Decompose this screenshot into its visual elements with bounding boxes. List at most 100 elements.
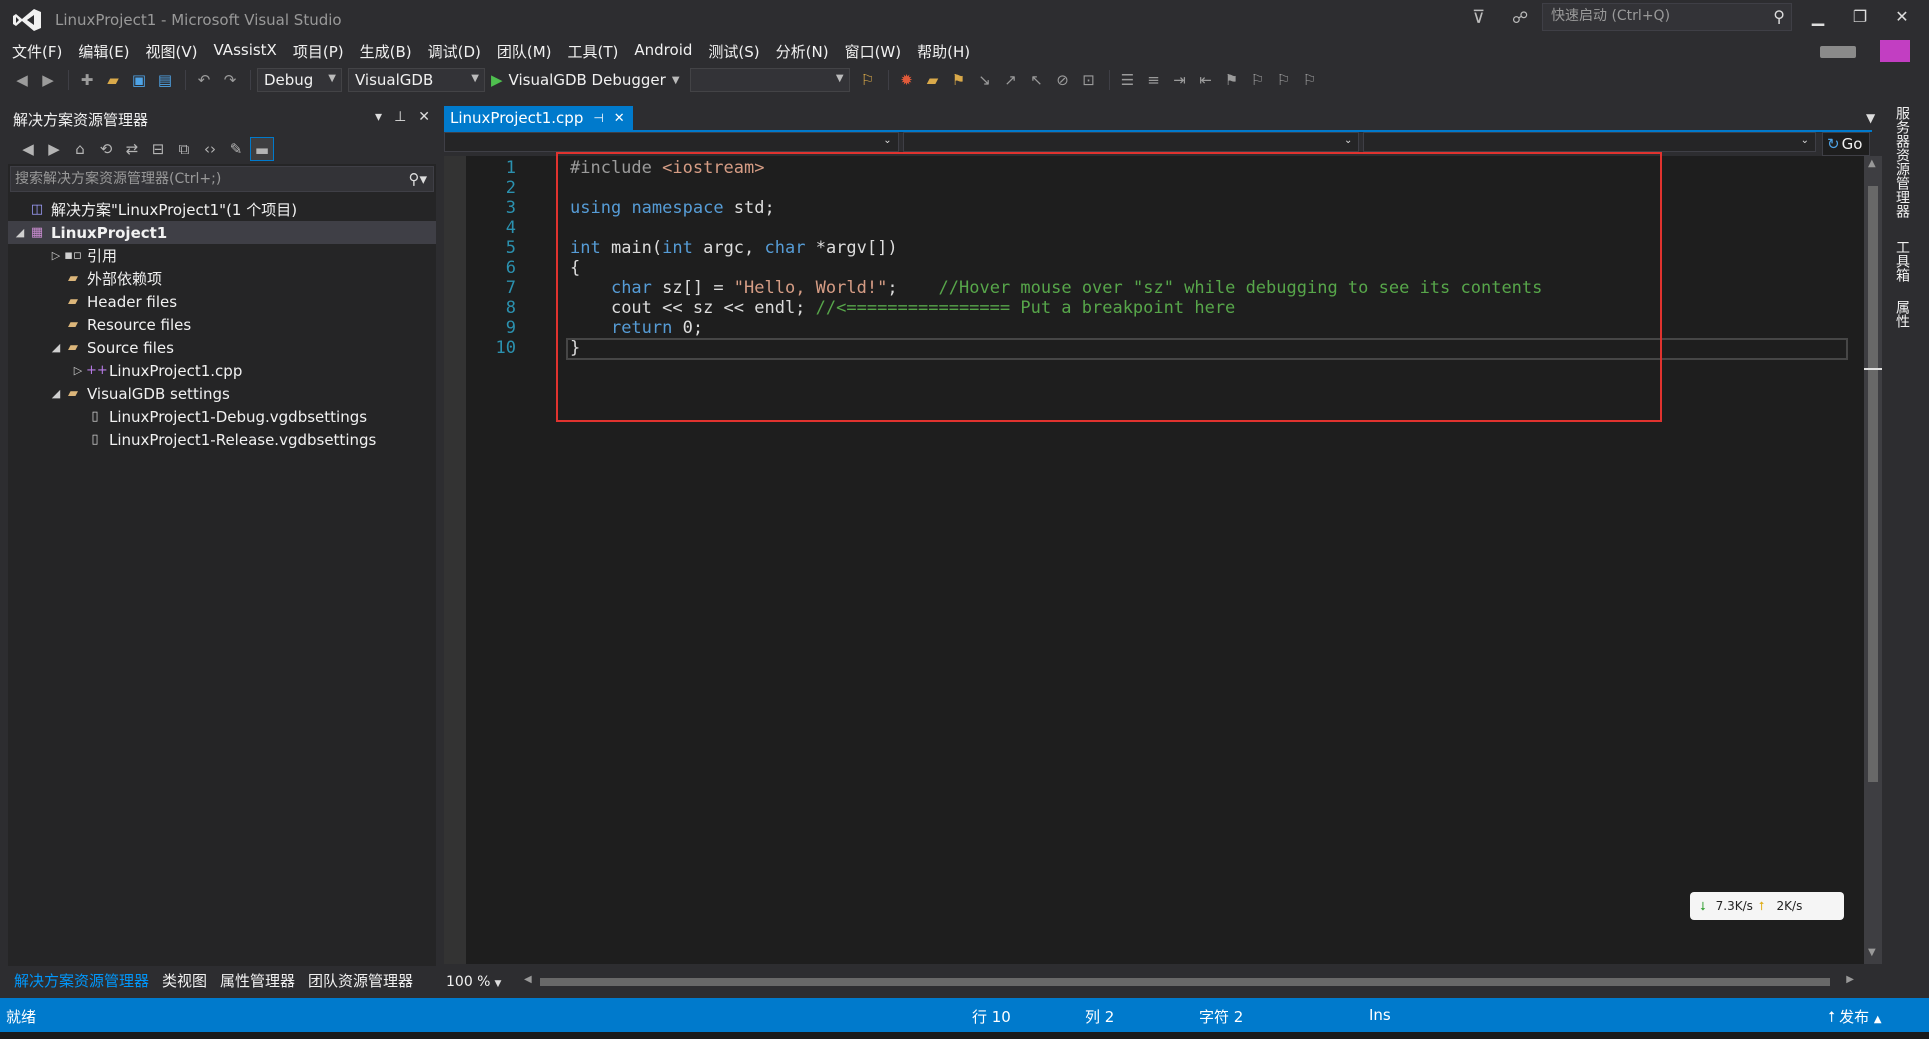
vgdb-search-icon[interactable]: ⚑ — [947, 68, 971, 92]
start-debugger-button[interactable]: ▶ VisualGDB Debugger ▼ — [491, 71, 680, 89]
chevron-down-icon[interactable]: ▼ — [1866, 111, 1875, 125]
solution-explorer-search[interactable]: ⚲▾ — [10, 166, 434, 192]
properties-icon[interactable]: ✎ — [224, 137, 248, 161]
tab-class-view[interactable]: 类视图 — [156, 968, 214, 992]
quick-launch[interactable]: ⚲ — [1542, 3, 1792, 31]
scroll-right-icon[interactable]: ▶ — [1846, 974, 1854, 985]
menu-view[interactable]: 视图(V) — [140, 38, 208, 64]
tab-toolbox[interactable]: 工具箱 — [1892, 240, 1912, 282]
undo-icon[interactable]: ↶ — [192, 68, 216, 92]
account-indicator[interactable] — [1820, 46, 1856, 58]
tab-team-explorer[interactable]: 团队资源管理器 — [302, 968, 420, 992]
tab-server-explorer[interactable]: 服务器资源管理器 — [1892, 106, 1912, 218]
go-button[interactable]: ↻ Go — [1822, 132, 1870, 156]
tree-item-external-deps[interactable]: ▰ 外部依赖项 — [8, 267, 436, 290]
show-all-files-icon[interactable]: ⧉ — [172, 137, 196, 161]
tab-properties[interactable]: 属性 — [1892, 300, 1912, 328]
zoom-select[interactable]: 100 % ▼ — [444, 974, 510, 990]
view-code-icon[interactable]: ‹› — [198, 137, 222, 161]
breakpoint-icon[interactable]: ⊘ — [1051, 68, 1075, 92]
menu-vassistx[interactable]: VAssistX — [208, 38, 287, 64]
minimize-button[interactable]: ▁ — [1798, 4, 1838, 30]
scrollbar-thumb[interactable] — [540, 978, 1830, 986]
navigate-forward-icon[interactable]: ▶ — [36, 68, 60, 92]
tree-item-resource-files[interactable]: ▰ Resource files — [8, 313, 436, 336]
pin-icon[interactable]: ⊣ — [593, 111, 603, 125]
clear-bookmarks-icon[interactable]: ⚐ — [1298, 68, 1322, 92]
collapse-all-icon[interactable]: ⊟ — [146, 137, 170, 161]
menu-window[interactable]: 窗口(W) — [839, 38, 912, 64]
avatar[interactable] — [1880, 40, 1910, 62]
open-file-icon[interactable]: ▰ — [101, 68, 125, 92]
type-scope-select[interactable]: ⌄ — [902, 132, 1360, 152]
forward-icon[interactable]: ▶ — [42, 137, 66, 161]
step-out-icon[interactable]: ↖ — [1025, 68, 1049, 92]
feedback-icon[interactable]: ☍ — [1512, 8, 1528, 27]
restore-button[interactable]: ❐ — [1840, 4, 1880, 30]
menu-tools[interactable]: 工具(T) — [562, 38, 629, 64]
tree-item-header-files[interactable]: ▰ Header files — [8, 290, 436, 313]
close-icon[interactable]: ✕ — [614, 111, 625, 126]
menu-team[interactable]: 团队(M) — [491, 38, 562, 64]
step-into-icon[interactable]: ↘ — [973, 68, 997, 92]
tab-solution-explorer[interactable]: 解决方案资源管理器 — [8, 968, 156, 992]
menu-edit[interactable]: 编辑(E) — [72, 38, 139, 64]
quick-launch-input[interactable] — [1543, 4, 1763, 28]
vgdb-folder-icon[interactable]: ▰ — [921, 68, 945, 92]
chevron-down-icon[interactable]: ▼ — [672, 75, 680, 86]
tree-item-solution[interactable]: ◫ 解决方案"LinuxProject1"(1 个项目) — [8, 198, 436, 221]
project-scope-select[interactable]: ⌄ — [444, 132, 899, 152]
scroll-down-icon[interactable]: ▼ — [1868, 947, 1876, 958]
debug-target-select[interactable]: ▼ — [689, 68, 850, 92]
menu-file[interactable]: 文件(F) — [6, 38, 72, 64]
vgdb-build-icon[interactable]: ✹ — [895, 68, 919, 92]
navigate-back-icon[interactable]: ◀ — [10, 68, 34, 92]
menu-test[interactable]: 测试(S) — [702, 38, 769, 64]
tab-linuxproject1-cpp[interactable]: LinuxProject1.cpp ⊣ ✕ — [444, 106, 633, 130]
scrollbar-thumb[interactable] — [1868, 186, 1878, 782]
watch-icon[interactable]: ⊡ — [1077, 68, 1101, 92]
uncomment-icon[interactable]: ≡ — [1142, 68, 1166, 92]
expanded-icon[interactable]: ◢ — [48, 387, 64, 400]
tree-item-references[interactable]: ▷ ▪▫ 引用 — [8, 244, 436, 267]
find-in-files-icon[interactable]: ⚐ — [856, 68, 880, 92]
collapsed-icon[interactable]: ▷ — [70, 364, 86, 377]
menu-android[interactable]: Android — [628, 38, 702, 64]
outdent-icon[interactable]: ⇤ — [1194, 68, 1218, 92]
tree-item-cpp-file[interactable]: ▷ ++ LinuxProject1.cpp — [8, 359, 436, 382]
notification-filter-icon[interactable]: ⊽ — [1472, 7, 1485, 28]
scroll-up-icon[interactable]: ▲ — [1868, 158, 1876, 169]
bookmark-icon[interactable]: ⚑ — [1220, 68, 1244, 92]
expanded-icon[interactable]: ◢ — [48, 341, 64, 354]
next-bookmark-icon[interactable]: ⚐ — [1272, 68, 1296, 92]
save-all-icon[interactable]: ▤ — [153, 68, 177, 92]
close-button[interactable]: ✕ — [1882, 4, 1922, 30]
menu-debug[interactable]: 调试(D) — [422, 38, 491, 64]
redo-icon[interactable]: ↷ — [218, 68, 242, 92]
vertical-scrollbar[interactable]: ▲ ▼ — [1864, 156, 1882, 964]
pending-changes-icon[interactable]: ⟲ — [94, 137, 118, 161]
collapsed-icon[interactable]: ▷ — [48, 249, 64, 262]
home-icon[interactable]: ⌂ — [68, 137, 92, 161]
solution-platform-select[interactable]: VisualGDB ▼ — [348, 68, 485, 92]
comment-icon[interactable]: ☰ — [1116, 68, 1140, 92]
chevron-down-icon[interactable]: ▾ — [375, 109, 382, 125]
tree-item-release-settings[interactable]: ▯ LinuxProject1-Release.vgdbsettings — [8, 428, 436, 451]
menu-build[interactable]: 生成(B) — [354, 38, 422, 64]
new-project-icon[interactable]: ✚ — [75, 68, 99, 92]
step-over-icon[interactable]: ↗ — [999, 68, 1023, 92]
solution-configuration-select[interactable]: Debug ▼ — [257, 68, 342, 92]
save-icon[interactable]: ▣ — [127, 68, 151, 92]
prev-bookmark-icon[interactable]: ⚐ — [1246, 68, 1270, 92]
horizontal-scrollbar[interactable]: ◀ ▶ — [524, 974, 1854, 988]
back-icon[interactable]: ◀ — [16, 137, 40, 161]
tree-item-debug-settings[interactable]: ▯ LinuxProject1-Debug.vgdbsettings — [8, 405, 436, 428]
publish-button[interactable]: ⭡ 发布 ▲ — [1828, 1006, 1882, 1027]
tree-item-visualgdb-settings[interactable]: ◢ ▰ VisualGDB settings — [8, 382, 436, 405]
menu-help[interactable]: 帮助(H) — [911, 38, 980, 64]
member-scope-select[interactable]: ⌄ — [1363, 132, 1816, 152]
search-icon[interactable]: ⚲▾ — [408, 170, 427, 188]
indent-icon[interactable]: ⇥ — [1168, 68, 1192, 92]
tab-property-manager[interactable]: 属性管理器 — [214, 968, 302, 992]
tree-item-source-files[interactable]: ◢ ▰ Source files — [8, 336, 436, 359]
